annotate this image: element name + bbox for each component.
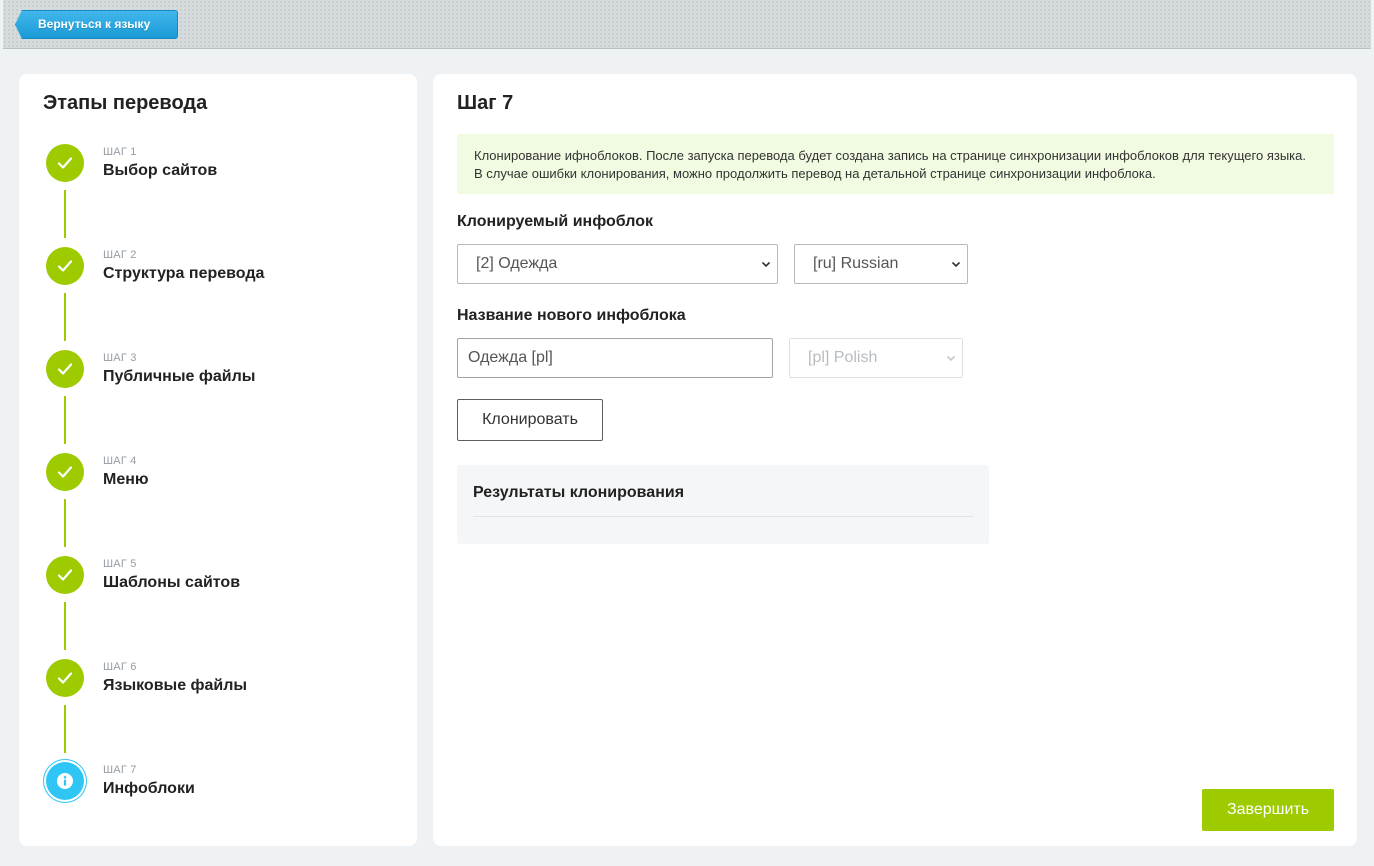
step-7: ШАГ 7 Инфоблоки	[19, 762, 417, 822]
clone-button[interactable]: Клонировать	[457, 399, 603, 441]
source-iblock-label: Клонируемый инфоблок	[457, 213, 653, 230]
new-iblock-name-value: Одежда [pl]	[468, 349, 553, 366]
step-label: Шаблоны сайтов	[103, 574, 241, 591]
step-4: ШАГ 4 Меню	[19, 453, 417, 513]
check-icon	[46, 556, 84, 594]
step-connector	[64, 293, 66, 341]
source-iblock-select[interactable]: [2] Одежда	[457, 244, 778, 284]
steps-title: Этапы перевода	[43, 92, 208, 114]
top-toolbar: Вернуться к языку	[3, 0, 1371, 49]
chevron-down-icon	[951, 261, 961, 268]
clone-results-box: Результаты клонирования	[457, 465, 989, 544]
step-connector	[64, 499, 66, 547]
check-icon	[46, 144, 84, 182]
check-icon	[46, 453, 84, 491]
results-divider	[473, 516, 973, 517]
new-iblock-name-label: Название нового инфоблока	[457, 307, 686, 324]
step-label: Меню	[103, 471, 149, 488]
check-icon	[46, 247, 84, 285]
step-number: ШАГ 5	[103, 558, 137, 570]
step-number: ШАГ 3	[103, 352, 137, 364]
check-icon	[46, 350, 84, 388]
step-label: Инфоблоки	[103, 780, 195, 797]
target-language-select: [pl] Polish	[789, 338, 963, 378]
step-3: ШАГ 3 Публичные файлы	[19, 350, 417, 410]
step-number: ШАГ 4	[103, 455, 137, 467]
step-number: ШАГ 6	[103, 661, 137, 673]
step-number: ШАГ 1	[103, 146, 137, 158]
info-alert: Клонирование ифноблоков. После запуска п…	[457, 134, 1334, 194]
step-label: Структура перевода	[103, 265, 265, 282]
main-panel: Шаг 7 Клонирование ифноблоков. После зап…	[433, 74, 1357, 846]
steps-panel: Этапы перевода ШАГ 1 Выбор сайтов ШАГ 2 …	[19, 74, 417, 846]
step-connector	[64, 602, 66, 650]
source-language-value: [ru] Russian	[813, 255, 899, 272]
finish-button[interactable]: Завершить	[1202, 789, 1334, 831]
step-label: Языковые файлы	[103, 677, 248, 694]
back-button-label: Вернуться к языку	[38, 17, 151, 31]
source-language-select[interactable]: [ru] Russian	[794, 244, 968, 284]
step-connector	[64, 396, 66, 444]
chevron-down-icon	[761, 261, 771, 268]
new-iblock-name-input[interactable]: Одежда [pl]	[457, 338, 773, 378]
back-to-language-button[interactable]: Вернуться к языку	[15, 10, 178, 39]
step-number: ШАГ 7	[103, 764, 137, 776]
check-icon	[46, 659, 84, 697]
step-label: Публичные файлы	[103, 368, 256, 385]
results-title: Результаты клонирования	[473, 484, 685, 501]
target-language-value: [pl] Polish	[808, 349, 878, 366]
info-icon	[46, 762, 84, 800]
step-2: ШАГ 2 Структура перевода	[19, 247, 417, 307]
step-number: ШАГ 2	[103, 249, 137, 261]
step-connector	[64, 190, 66, 238]
step-1: ШАГ 1 Выбор сайтов	[19, 144, 417, 204]
step-5: ШАГ 5 Шаблоны сайтов	[19, 556, 417, 616]
source-iblock-value: [2] Одежда	[476, 255, 558, 272]
chevron-down-icon	[946, 355, 956, 362]
step-6: ШАГ 6 Языковые файлы	[19, 659, 417, 719]
step-connector	[64, 705, 66, 753]
step-label: Выбор сайтов	[103, 162, 218, 179]
page-title: Шаг 7	[457, 92, 514, 114]
